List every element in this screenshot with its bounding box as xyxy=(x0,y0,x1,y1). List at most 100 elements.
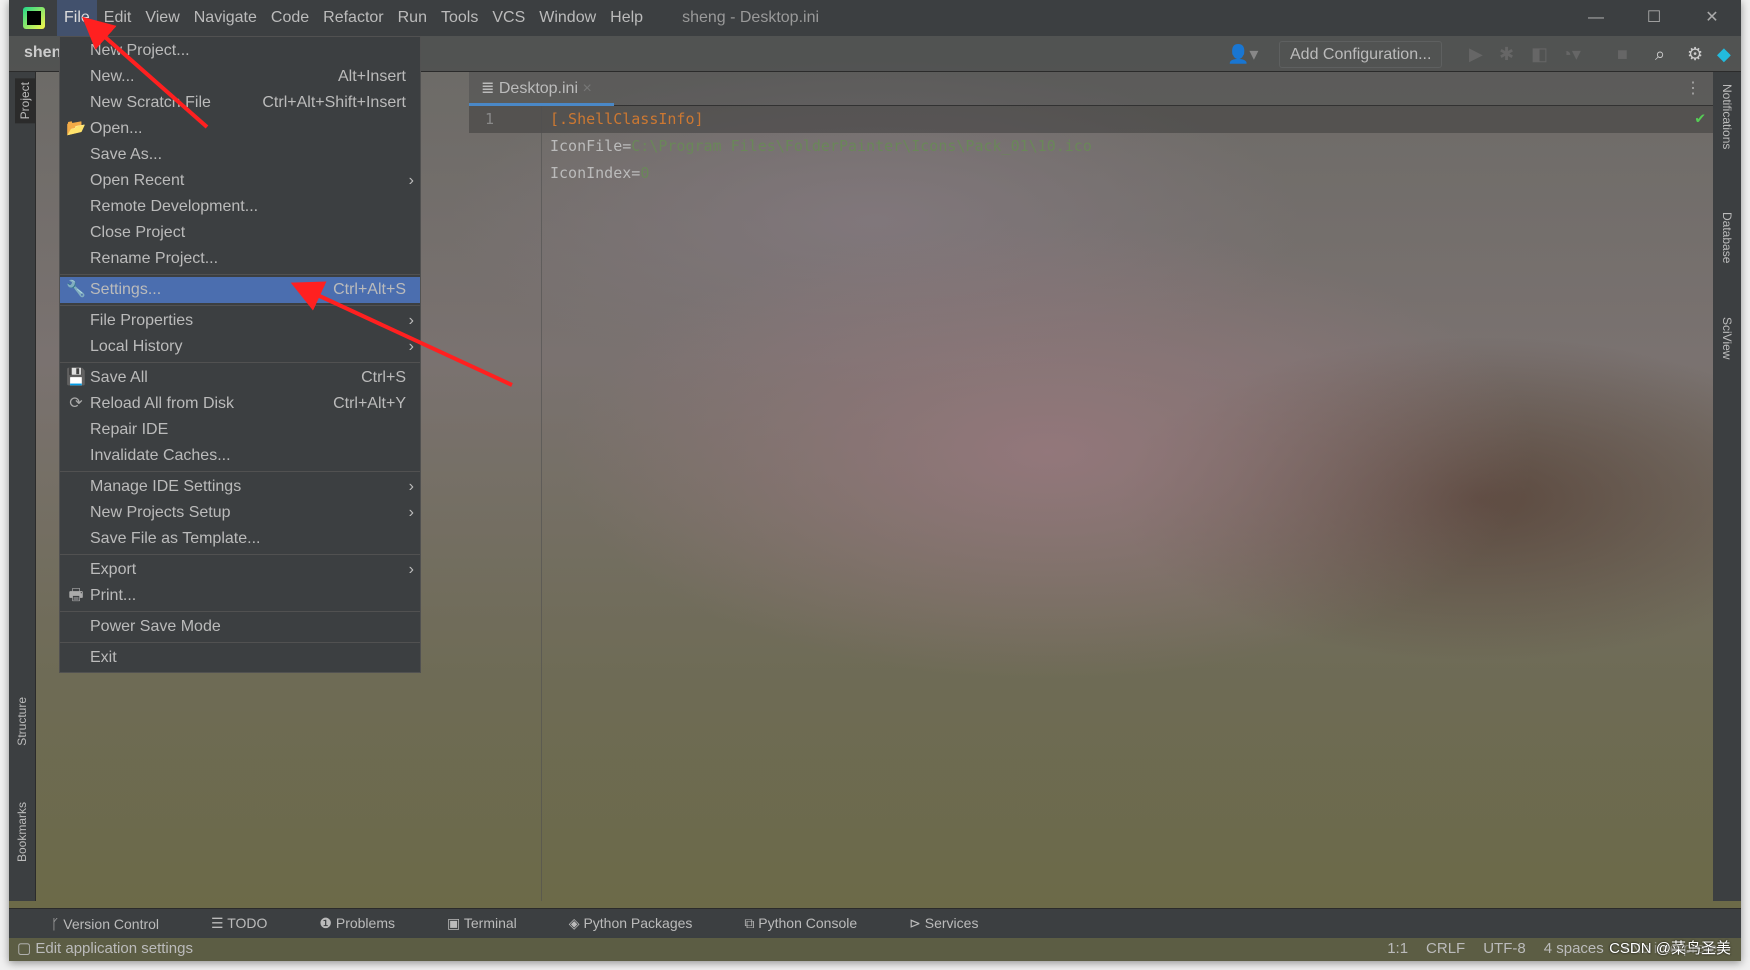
interpreter-selector[interactable]: <No interpreter> CSDN @菜鸟圣美 xyxy=(1609,936,1731,961)
menu-item-label: Manage IDE Settings xyxy=(90,478,242,495)
ini-file-icon: ≣ xyxy=(481,80,499,97)
bookmarks-tool-button[interactable]: Bookmarks xyxy=(15,802,29,862)
menu-item-settings[interactable]: 🔧 Settings... Ctrl+Alt+S xyxy=(60,277,420,303)
menu-vcs[interactable]: VCS xyxy=(485,0,532,36)
menu-separator xyxy=(60,554,420,555)
chevron-right-icon: › xyxy=(408,172,414,189)
shortcut-label: Ctrl+Alt+S xyxy=(333,281,406,298)
debug-icon[interactable]: ✱ xyxy=(1499,44,1514,65)
coverage-icon[interactable]: ◧ xyxy=(1531,44,1548,65)
code-line: [.ShellClassInfo] xyxy=(550,110,704,128)
add-configuration-button[interactable]: Add Configuration... xyxy=(1279,41,1443,68)
menu-run[interactable]: Run xyxy=(391,0,434,36)
profile-icon[interactable]: ◔▾ xyxy=(1561,44,1581,65)
more-icon[interactable]: ⋮ xyxy=(1685,78,1701,98)
menu-item-invalidate-caches[interactable]: Invalidate Caches... xyxy=(60,443,420,469)
user-icon[interactable]: 👤▾ xyxy=(1227,44,1258,65)
inspection-ok-icon[interactable]: ✔ xyxy=(1695,108,1705,127)
code-line: IconIndex=0 xyxy=(550,160,649,187)
menu-item-label: Open Recent xyxy=(90,172,185,189)
problems-button[interactable]: ❶ Problems xyxy=(319,915,421,932)
menu-item-file-properties[interactable]: File Properties › xyxy=(60,308,420,334)
version-control-button[interactable]: ᚴ Version Control xyxy=(51,916,185,932)
menu-item-save-as[interactable]: Save As... xyxy=(60,142,420,168)
menu-item-label: Invalidate Caches... xyxy=(90,447,231,464)
close-tab-icon[interactable]: × xyxy=(582,80,591,97)
menu-separator xyxy=(60,611,420,612)
jetbrains-icon[interactable]: ◆ xyxy=(1717,44,1731,65)
menu-item-new-project[interactable]: New Project... xyxy=(60,38,420,64)
services-button[interactable]: ⊳ Services xyxy=(909,915,1004,932)
ini-key: IconFile= xyxy=(550,137,632,155)
menu-item-label: Save All xyxy=(90,369,148,386)
menu-item-exit[interactable]: Exit xyxy=(60,645,420,671)
minimize-button[interactable]: — xyxy=(1567,0,1625,36)
project-tool-button[interactable]: Project xyxy=(15,78,35,124)
caret-position[interactable]: 1:1 xyxy=(1387,936,1408,961)
left-tool-strip: Project Structure Bookmarks xyxy=(9,72,36,901)
ini-value: C:\Program Files\FolderPainter\Icons\Pac… xyxy=(631,137,1092,155)
menu-item-label: Remote Development... xyxy=(90,198,259,215)
menu-item-reload-all-from-disk[interactable]: ⟳ Reload All from Disk Ctrl+Alt+Y xyxy=(60,391,420,417)
menu-item-manage-ide-settings[interactable]: Manage IDE Settings › xyxy=(60,474,420,500)
shortcut-label: Ctrl+Alt+Y xyxy=(333,395,406,412)
python-console-button[interactable]: ⧉ Python Console xyxy=(744,915,883,932)
title-bar: File Edit View Navigate Code Refactor Ru… xyxy=(9,0,1741,36)
menu-help[interactable]: Help xyxy=(603,0,650,36)
menu-item-remote-development[interactable]: Remote Development... xyxy=(60,194,420,220)
menu-item-label: Reload All from Disk xyxy=(90,395,235,412)
code-editor[interactable]: 1 [.ShellClassInfo] IconFile=C:\Program … xyxy=(469,106,1713,901)
structure-tool-button[interactable]: Structure xyxy=(15,697,29,746)
print-icon: 🖶 xyxy=(68,587,84,604)
menu-refactor[interactable]: Refactor xyxy=(316,0,390,36)
database-tool-button[interactable]: Database xyxy=(1720,212,1734,263)
menu-code[interactable]: Code xyxy=(264,0,316,36)
search-icon[interactable]: ⌕ xyxy=(1655,44,1665,65)
menu-item-power-save-mode[interactable]: Power Save Mode xyxy=(60,614,420,640)
maximize-button[interactable]: ☐ xyxy=(1625,0,1683,36)
menu-separator xyxy=(60,362,420,363)
menu-separator xyxy=(60,274,420,275)
line-separator[interactable]: CRLF xyxy=(1426,936,1465,961)
menu-item-rename-project[interactable]: Rename Project... xyxy=(60,246,420,272)
menu-item-new[interactable]: New... Alt+Insert xyxy=(60,64,420,90)
tab-desktop-ini[interactable]: ≣ Desktop.ini × xyxy=(469,72,614,106)
menu-item-new-scratch-file[interactable]: New Scratch File Ctrl+Alt+Shift+Insert xyxy=(60,90,420,116)
terminal-button[interactable]: ▣ Terminal xyxy=(447,915,543,932)
menu-item-export[interactable]: Export › xyxy=(60,557,420,583)
gear-icon[interactable]: ⚙ xyxy=(1687,44,1703,65)
menu-window[interactable]: Window xyxy=(532,0,603,36)
menu-view[interactable]: View xyxy=(138,0,186,36)
notifications-tool-button[interactable]: Notifications xyxy=(1720,84,1734,149)
menu-file[interactable]: File xyxy=(57,0,97,36)
menu-edit[interactable]: Edit xyxy=(97,0,139,36)
menu-item-label: Settings... xyxy=(90,281,162,298)
sciview-tool-button[interactable]: SciView xyxy=(1720,317,1734,359)
python-packages-button[interactable]: ◈ Python Packages xyxy=(569,915,719,932)
menu-navigate[interactable]: Navigate xyxy=(187,0,264,36)
todo-button[interactable]: ☰ TODO xyxy=(211,915,293,932)
menu-item-save-file-as-template[interactable]: Save File as Template... xyxy=(60,526,420,552)
tab-label: Desktop.ini xyxy=(498,80,579,97)
menu-item-print[interactable]: 🖶 Print... xyxy=(60,583,420,609)
stop-icon[interactable]: ■ xyxy=(1617,44,1628,65)
menu-item-open[interactable]: 📂 Open... xyxy=(60,116,420,142)
menu-item-local-history[interactable]: Local History › xyxy=(60,334,420,360)
indent-setting[interactable]: 4 spaces xyxy=(1544,936,1604,961)
window-title: sheng - Desktop.ini xyxy=(682,9,820,26)
run-icon[interactable]: ▶ xyxy=(1469,44,1483,65)
menu-item-label: Power Save Mode xyxy=(90,618,221,635)
file-encoding[interactable]: UTF-8 xyxy=(1483,936,1526,961)
menu-item-open-recent[interactable]: Open Recent › xyxy=(60,168,420,194)
menu-item-label: Save File as Template... xyxy=(90,530,261,547)
menu-item-repair-ide[interactable]: Repair IDE xyxy=(60,417,420,443)
status-message: ▢ Edit application settings xyxy=(17,940,193,957)
menu-item-close-project[interactable]: Close Project xyxy=(60,220,420,246)
close-button[interactable]: ✕ xyxy=(1683,0,1741,36)
menu-item-save-all[interactable]: 💾 Save All Ctrl+S xyxy=(60,365,420,391)
menu-item-label: Print... xyxy=(90,587,137,604)
menu-tools[interactable]: Tools xyxy=(434,0,485,36)
project-breadcrumb[interactable]: shen xyxy=(24,44,61,62)
chevron-right-icon: › xyxy=(408,312,414,329)
menu-item-new-projects-setup[interactable]: New Projects Setup › xyxy=(60,500,420,526)
